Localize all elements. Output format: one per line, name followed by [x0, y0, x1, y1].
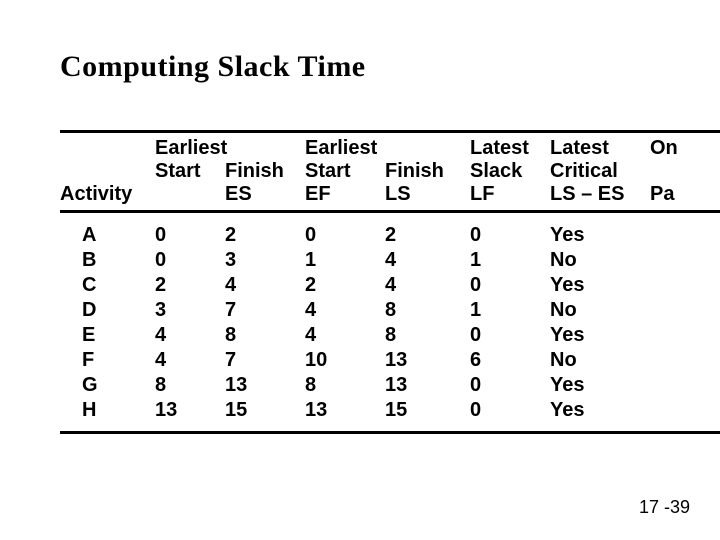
table-row: E48480Yes [60, 323, 720, 348]
cell-ef: 4 [225, 273, 305, 298]
cell-ef: 15 [225, 398, 305, 423]
hdr-ls: LS [385, 183, 470, 206]
table-row: B03141No [60, 248, 720, 273]
cell-lf: 8 [385, 298, 470, 323]
hdr-earliest-1: Earliest [155, 137, 225, 160]
cell-activity: G [60, 373, 155, 398]
cell-lf: 4 [385, 273, 470, 298]
cell-slack: 0 [470, 398, 550, 423]
table-row: D37481No [60, 298, 720, 323]
cell-slack: 0 [470, 223, 550, 248]
cell-es: 4 [155, 348, 225, 373]
cell-critical: No [550, 248, 650, 273]
hdr-blank [650, 160, 690, 183]
table-rule-bottom [60, 431, 720, 434]
cell-critical: No [550, 298, 650, 323]
table-header-line-3: Activity ES EF LS LF LS – ES Pa [60, 183, 720, 206]
hdr-on: On [650, 137, 690, 160]
cell-es: 0 [155, 223, 225, 248]
hdr-blank [225, 137, 305, 160]
cell-activity: F [60, 348, 155, 373]
cell-lf: 13 [385, 373, 470, 398]
hdr-latest-2: Latest [550, 137, 650, 160]
hdr-finish-1: Finish [225, 160, 305, 183]
cell-activity: B [60, 248, 155, 273]
table-header-line-1: Earliest Earliest Latest Latest On [60, 137, 720, 160]
cell-activity: D [60, 298, 155, 323]
cell-critical: Yes [550, 373, 650, 398]
cell-slack: 0 [470, 323, 550, 348]
hdr-start-2: Start [305, 160, 385, 183]
cell-ef: 7 [225, 348, 305, 373]
cell-critical: No [550, 348, 650, 373]
cell-critical: Yes [550, 323, 650, 348]
cell-ls: 1 [305, 248, 385, 273]
cell-critical: Yes [550, 273, 650, 298]
hdr-blank [60, 137, 155, 160]
cell-ls: 13 [305, 398, 385, 423]
table-row: H131513150Yes [60, 398, 720, 423]
cell-ls: 8 [305, 373, 385, 398]
table-rule-top [60, 130, 720, 133]
hdr-lf: LF [470, 183, 550, 206]
cell-activity: H [60, 398, 155, 423]
table-rule-mid [60, 210, 720, 213]
hdr-blank [155, 183, 225, 206]
cell-ls: 0 [305, 223, 385, 248]
cell-critical: Yes [550, 223, 650, 248]
cell-slack: 0 [470, 273, 550, 298]
hdr-earliest-2: Earliest [305, 137, 385, 160]
cell-lf: 13 [385, 348, 470, 373]
cell-ef: 13 [225, 373, 305, 398]
hdr-ef: EF [305, 183, 385, 206]
cell-slack: 1 [470, 248, 550, 273]
cell-critical: Yes [550, 398, 650, 423]
cell-slack: 6 [470, 348, 550, 373]
cell-ef: 3 [225, 248, 305, 273]
cell-activity: C [60, 273, 155, 298]
cell-ls: 4 [305, 323, 385, 348]
cell-es: 2 [155, 273, 225, 298]
table-row: F4710136No [60, 348, 720, 373]
hdr-activity: Activity [60, 183, 155, 206]
cell-es: 4 [155, 323, 225, 348]
table-body: A02020YesB03141NoC24240YesD37481NoE48480… [60, 223, 720, 423]
hdr-critical: Critical [550, 160, 650, 183]
cell-es: 0 [155, 248, 225, 273]
cell-ef: 2 [225, 223, 305, 248]
cell-lf: 15 [385, 398, 470, 423]
cell-es: 3 [155, 298, 225, 323]
cell-lf: 4 [385, 248, 470, 273]
cell-ls: 4 [305, 298, 385, 323]
table-header-line-2: Start Finish Start Finish Slack Critical [60, 160, 720, 183]
table-row: C24240Yes [60, 273, 720, 298]
hdr-slack: Slack [470, 160, 550, 183]
cell-lf: 8 [385, 323, 470, 348]
hdr-ls-es: LS – ES [550, 183, 650, 206]
hdr-latest-1: Latest [470, 137, 550, 160]
table-row: A02020Yes [60, 223, 720, 248]
cell-ls: 10 [305, 348, 385, 373]
slack-table: Earliest Earliest Latest Latest On Start… [60, 130, 720, 434]
hdr-finish-2: Finish [385, 160, 470, 183]
hdr-blank [60, 160, 155, 183]
cell-slack: 0 [470, 373, 550, 398]
cell-slack: 1 [470, 298, 550, 323]
cell-ef: 7 [225, 298, 305, 323]
hdr-es: ES [225, 183, 305, 206]
cell-lf: 2 [385, 223, 470, 248]
cell-ls: 2 [305, 273, 385, 298]
hdr-start-1: Start [155, 160, 225, 183]
page-title: Computing Slack Time [60, 50, 366, 84]
cell-ef: 8 [225, 323, 305, 348]
hdr-blank [385, 137, 470, 160]
cell-es: 8 [155, 373, 225, 398]
hdr-pa: Pa [650, 183, 690, 206]
cell-activity: E [60, 323, 155, 348]
table-row: G8138130Yes [60, 373, 720, 398]
cell-es: 13 [155, 398, 225, 423]
slide-number: 17 -39 [639, 497, 690, 518]
cell-activity: A [60, 223, 155, 248]
